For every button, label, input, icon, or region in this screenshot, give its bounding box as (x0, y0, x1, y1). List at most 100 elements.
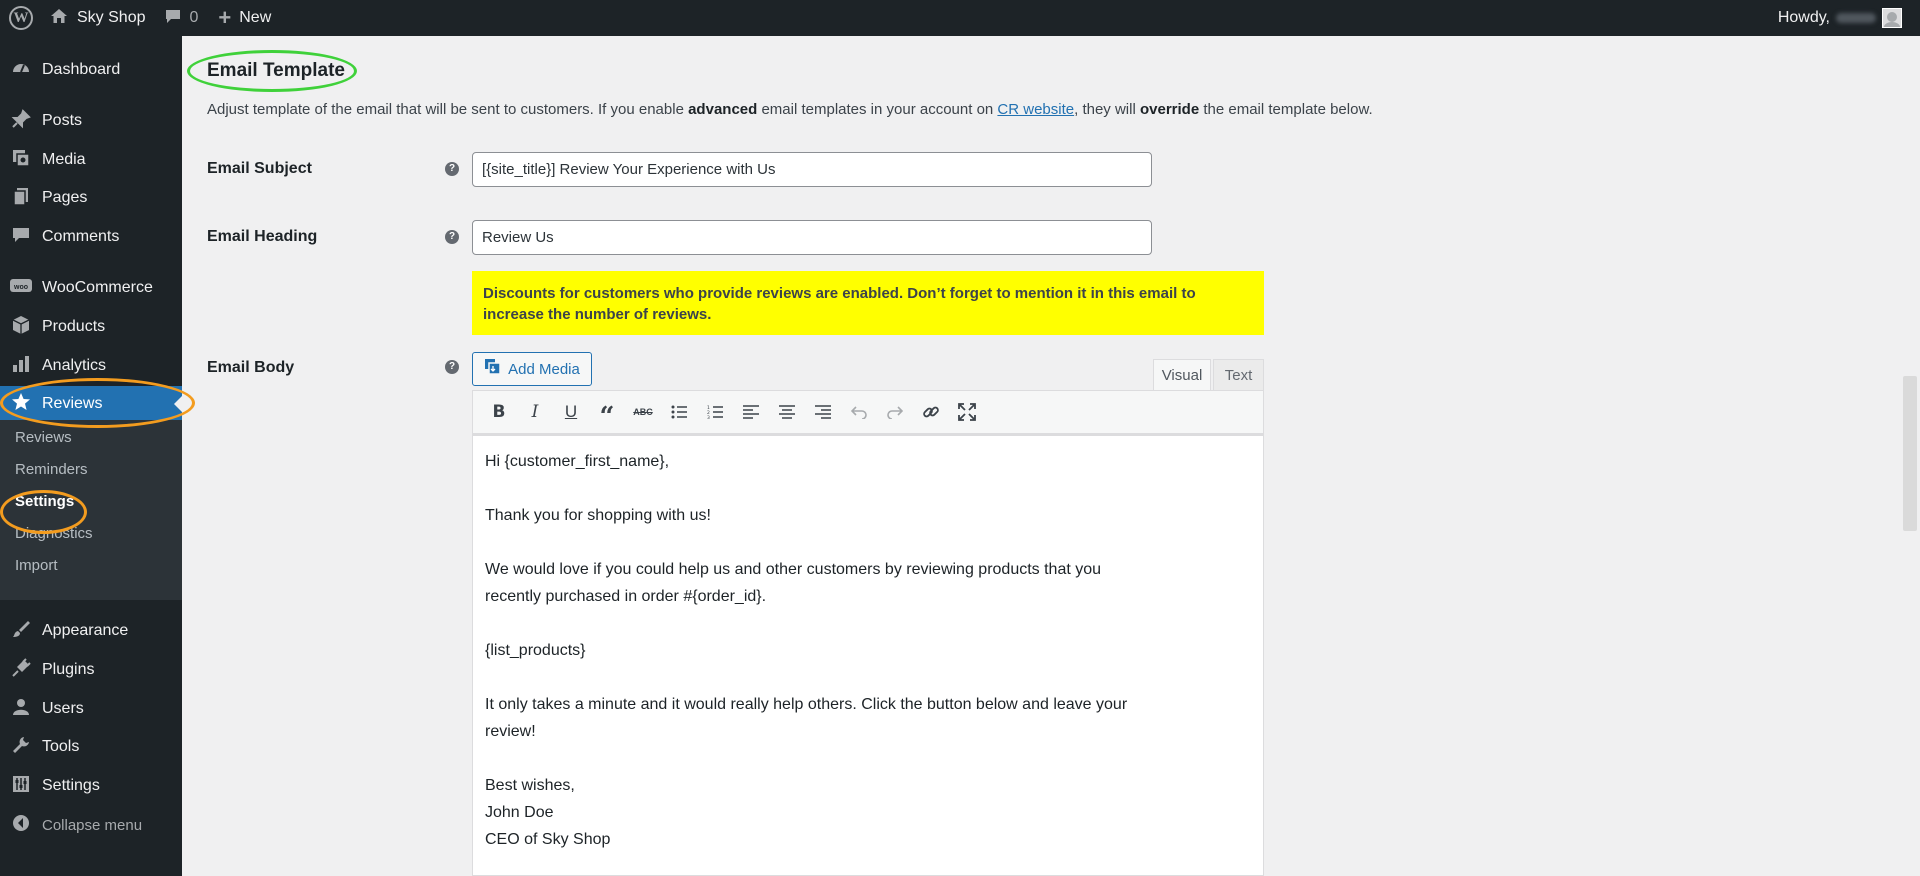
sidebar-item-plugins[interactable]: Plugins (0, 652, 182, 688)
sidebar-item-label: Appearance (42, 622, 129, 639)
email-subject-input[interactable] (472, 152, 1152, 187)
comment-icon (10, 225, 32, 250)
editor-paragraph: Best wishes, (485, 777, 575, 794)
media-icon (10, 148, 32, 173)
sidebar-item-label: Users (42, 700, 84, 717)
star-icon (10, 392, 32, 417)
sidebar-item-reviews[interactable]: Reviews (0, 386, 182, 422)
comments-link[interactable]: 0 (165, 0, 198, 36)
collapse-menu-button[interactable]: Collapse menu (0, 807, 182, 843)
email-body-editor[interactable]: Hi {customer_first_name}, Thank you for … (472, 434, 1264, 876)
avatar (1882, 8, 1902, 28)
section-title: Email Template (207, 60, 345, 81)
plus-icon: + (218, 5, 232, 30)
new-label: New (239, 9, 272, 26)
collapse-menu-label: Collapse menu (42, 816, 143, 834)
add-media-button[interactable]: Add Media (472, 352, 592, 386)
sidebar-item-products[interactable]: Products (0, 309, 182, 345)
sidebar-item-label: Media (42, 151, 86, 168)
svg-text:woo: woo (13, 284, 28, 291)
submenu-item-settings[interactable]: Settings (15, 493, 74, 510)
align-center-icon[interactable] (769, 395, 805, 429)
italic-icon[interactable]: I (517, 395, 553, 429)
blurred-username (1836, 13, 1876, 23)
admin-sidebar: Dashboard Posts Media Pages Comments woo… (0, 36, 182, 876)
align-right-icon[interactable] (805, 395, 841, 429)
cr-website-link[interactable]: CR website (997, 101, 1074, 118)
sidebar-item-label: Reviews (42, 395, 103, 412)
howdy-label: Howdy, (1777, 9, 1830, 26)
bullet-list-icon[interactable] (661, 395, 697, 429)
sidebar-item-label: Settings (42, 777, 100, 794)
editor-paragraph: CEO of Sky Shop (485, 831, 611, 848)
sidebar-item-users[interactable]: Users (0, 691, 182, 727)
submenu-item-reminders[interactable]: Reminders (15, 461, 88, 478)
submenu-item-import[interactable]: Import (15, 557, 58, 574)
page-scrollbar[interactable] (1900, 36, 1920, 876)
submenu-item-diagnostics[interactable]: Diagnostics (15, 525, 93, 542)
account-menu[interactable]: Howdy, (1778, 0, 1902, 36)
pages-icon (10, 186, 32, 211)
sliders-icon (10, 774, 32, 799)
help-icon[interactable]: ? (445, 360, 459, 374)
media-icon (484, 358, 502, 380)
editor-paragraph: It only takes a minute and it would real… (485, 696, 1128, 740)
sidebar-item-dashboard[interactable]: Dashboard (0, 52, 182, 88)
blockquote-icon[interactable]: “ (589, 395, 625, 432)
submenu-item-reviews[interactable]: Reviews (15, 429, 72, 446)
sidebar-item-label: Pages (42, 189, 88, 206)
fullscreen-icon[interactable] (949, 395, 985, 429)
sidebar-item-pages[interactable]: Pages (0, 180, 182, 216)
pin-icon (10, 108, 32, 134)
sidebar-item-label: Dashboard (42, 61, 121, 78)
reviews-submenu: Reviews Reminders Settings Diagnostics I… (0, 420, 182, 600)
numbered-list-icon[interactable]: 123 (697, 395, 733, 429)
sidebar-item-label: Comments (42, 228, 120, 245)
email-heading-input[interactable] (472, 220, 1152, 255)
undo-icon[interactable] (841, 395, 877, 429)
sidebar-item-label: Analytics (42, 357, 107, 374)
sidebar-item-analytics[interactable]: Analytics (0, 348, 182, 384)
sidebar-item-woocommerce[interactable]: woo WooCommerce (0, 270, 182, 306)
admin-bar: W Sky Shop 0 + New Howdy, (0, 0, 1920, 36)
brush-icon (10, 619, 32, 644)
main-content: Email Template Adjust template of the em… (182, 36, 1900, 876)
sidebar-item-settings[interactable]: Settings (0, 768, 182, 804)
help-icon[interactable]: ? (445, 162, 459, 176)
sidebar-item-label: Posts (42, 112, 83, 129)
scrollbar-thumb[interactable] (1903, 376, 1917, 531)
redo-icon[interactable] (877, 395, 913, 429)
plug-icon (10, 657, 32, 683)
link-icon[interactable] (913, 395, 949, 429)
help-icon[interactable]: ? (445, 230, 459, 244)
bold-icon[interactable]: B (481, 395, 517, 429)
new-content-link[interactable]: + New (218, 0, 271, 36)
sidebar-item-posts[interactable]: Posts (0, 103, 182, 139)
underline-icon[interactable]: U (553, 395, 589, 429)
svg-text:3: 3 (707, 415, 710, 419)
editor-paragraph: Thank you for shopping with us! (485, 507, 711, 524)
sidebar-item-comments[interactable]: Comments (0, 219, 182, 255)
tab-text[interactable]: Text (1213, 359, 1264, 390)
sidebar-item-tools[interactable]: Tools (0, 729, 182, 765)
editor-toolbar: B I U “ ABC 123 (472, 390, 1264, 434)
align-left-icon[interactable] (733, 395, 769, 429)
discount-notice: Discounts for customers who provide revi… (472, 271, 1264, 335)
box-icon (10, 315, 32, 340)
wordpress-logo-icon[interactable]: W (0, 0, 42, 36)
comment-bubble-icon (165, 8, 181, 29)
editor-paragraph: We would love if you could help us and o… (485, 561, 1102, 605)
collapse-arrow-icon (10, 814, 32, 837)
tab-visual[interactable]: Visual (1153, 359, 1211, 390)
user-icon (10, 697, 32, 722)
section-description: Adjust template of the email that will b… (207, 101, 1373, 118)
site-name-link[interactable]: Sky Shop (50, 0, 145, 36)
editor-paragraph: {list_products} (485, 642, 586, 659)
sidebar-item-label: Plugins (42, 661, 95, 678)
strikethrough-icon[interactable]: ABC (625, 395, 661, 429)
sidebar-item-media[interactable]: Media (0, 142, 182, 178)
sidebar-item-appearance[interactable]: Appearance (0, 613, 182, 649)
sidebar-item-label: WooCommerce (42, 279, 153, 296)
editor-paragraph: John Doe (485, 804, 554, 821)
site-name-label: Sky Shop (77, 9, 146, 26)
